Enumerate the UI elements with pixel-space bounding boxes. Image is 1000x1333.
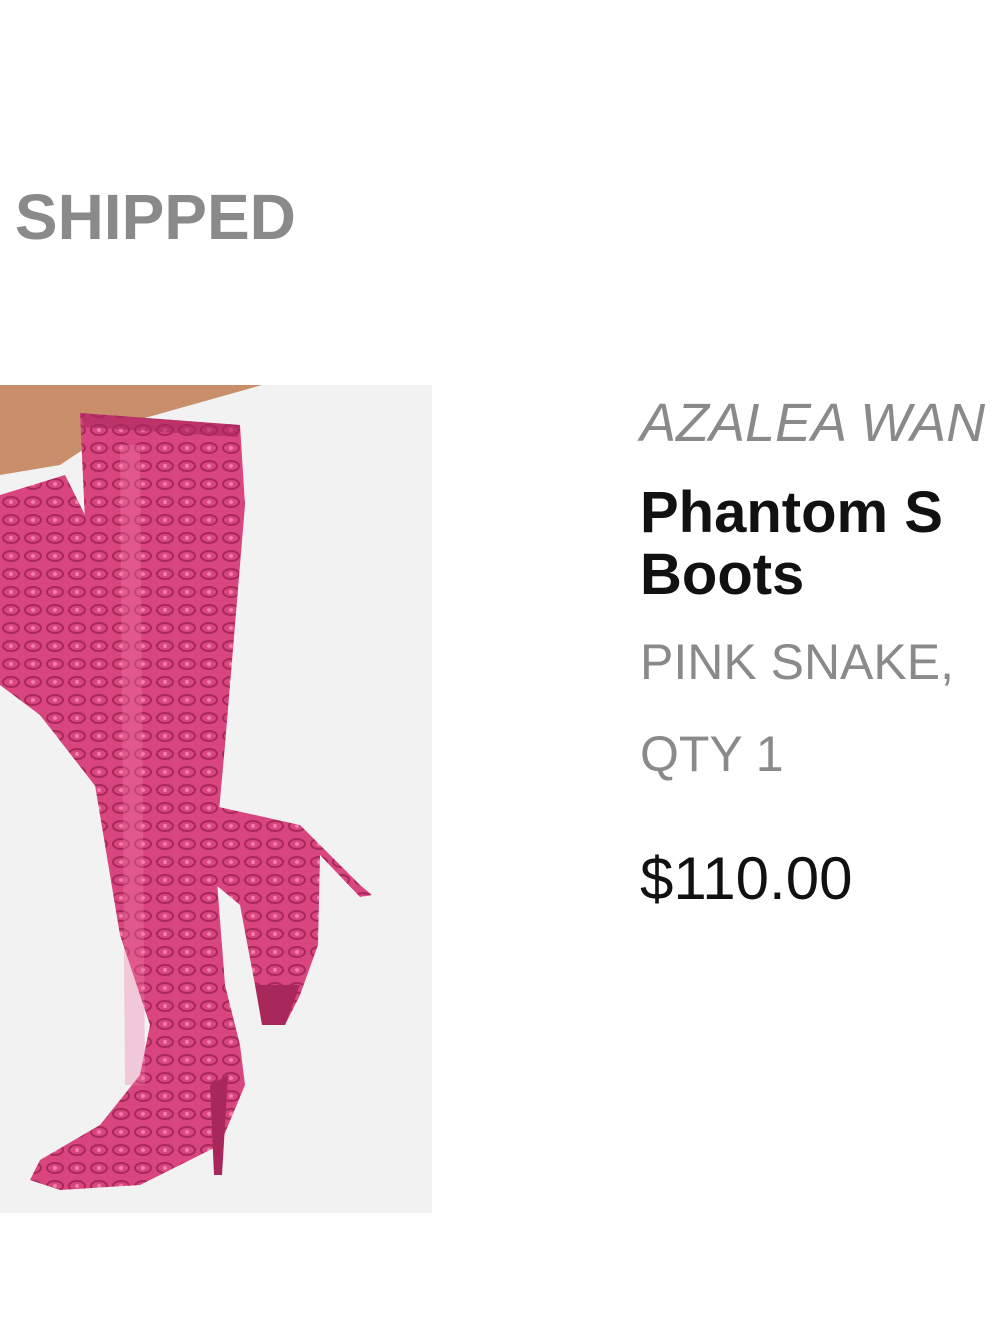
shipment-status-heading: T SHIPPED [0, 181, 296, 253]
order-item-page: T SHIPPED AZALEA WAN [0, 0, 1000, 1333]
product-variant: PINK SNAKE, [640, 634, 954, 690]
boot-product-icon [0, 385, 432, 1213]
product-info: AZALEA WAN Phantom S Boots PINK SNAKE, Q… [640, 390, 1000, 914]
brand-name: AZALEA WAN [640, 393, 986, 453]
product-name-line-1: Phantom S [640, 480, 943, 545]
product-image[interactable] [0, 385, 432, 1213]
product-name-line-2: Boots [640, 542, 805, 607]
product-price: $110.00 [640, 845, 853, 912]
product-quantity: QTY 1 [640, 726, 784, 782]
product-name[interactable]: Phantom S Boots [640, 482, 1000, 606]
